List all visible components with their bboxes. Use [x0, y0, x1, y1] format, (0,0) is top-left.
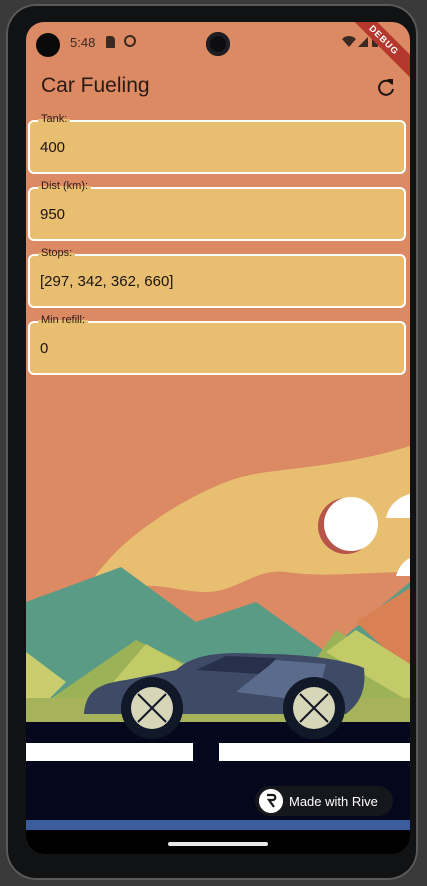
- phone-frame: 5:48 DEBUG Car Fueling Tank: 400 Dist (k…: [6, 4, 418, 880]
- home-indicator[interactable]: [168, 842, 268, 846]
- stops-field[interactable]: Stops: [297, 342, 362, 660]: [28, 247, 406, 308]
- bottom-stripe: [26, 820, 410, 830]
- stops-label: Stops:: [38, 247, 76, 259]
- status-time: 5:48: [70, 35, 96, 50]
- refresh-icon[interactable]: [374, 76, 398, 100]
- front-camera: [206, 32, 230, 56]
- sd-card-icon: [106, 36, 115, 48]
- min-refill-input[interactable]: 0: [40, 340, 380, 357]
- made-with-rive-badge[interactable]: Made with Rive: [255, 786, 393, 816]
- sync-icon: [124, 35, 136, 47]
- tank-field[interactable]: Tank: 400: [28, 113, 406, 174]
- sun: [324, 497, 378, 551]
- tank-label: Tank:: [38, 113, 71, 125]
- min-refill-field[interactable]: Min refill: 0: [28, 314, 406, 375]
- rive-badge-text: Made with Rive: [289, 794, 378, 809]
- stops-input[interactable]: [297, 342, 362, 660]: [40, 273, 380, 290]
- app-bar: Car Fueling: [26, 66, 410, 118]
- min-refill-label: Min refill:: [38, 314, 89, 326]
- distance-field[interactable]: Dist (km): 950: [28, 180, 406, 241]
- punch-hole-left: [36, 33, 60, 57]
- gesture-nav-bar: [26, 830, 410, 854]
- lane-line-left: [26, 743, 193, 761]
- distance-input[interactable]: 950: [40, 206, 380, 223]
- rive-logo-icon: [259, 789, 283, 813]
- page-title: Car Fueling: [41, 74, 150, 97]
- status-bar: 5:48 DEBUG: [26, 22, 410, 80]
- app-screen: 5:48 DEBUG Car Fueling Tank: 400 Dist (k…: [26, 22, 410, 854]
- tank-input[interactable]: 400: [40, 139, 380, 156]
- distance-label: Dist (km):: [38, 180, 92, 192]
- lane-line-right: [219, 743, 410, 761]
